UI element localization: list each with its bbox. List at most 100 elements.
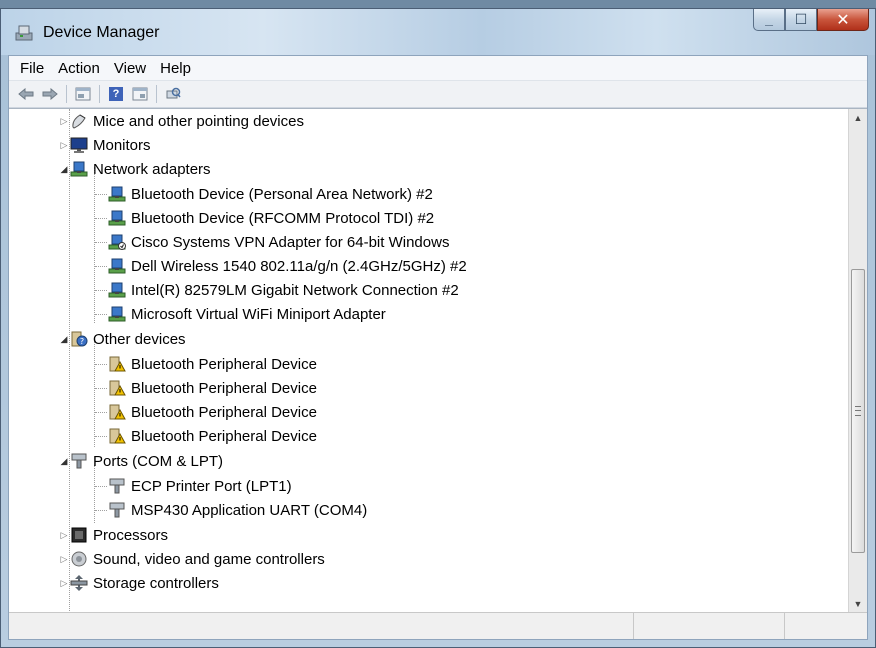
maximize-button[interactable]: ☐ xyxy=(785,9,817,31)
toolbar: ? xyxy=(9,81,867,108)
tree-device-item[interactable]: MSP430 Application UART (COM4) xyxy=(95,498,367,522)
tree-device-item[interactable]: Intel(R) 82579LM Gigabit Network Connect… xyxy=(95,278,459,302)
toolbar-separator xyxy=(66,85,67,103)
category-label: Ports (COM & LPT) xyxy=(93,452,224,470)
device-label: Bluetooth Device (RFCOMM Protocol TDI) #… xyxy=(131,209,435,227)
tree-device-item[interactable]: Dell Wireless 1540 802.11a/g/n (2.4GHz/5… xyxy=(95,254,467,278)
collapse-arrow-icon[interactable]: ◢ xyxy=(59,164,69,175)
scrollbar-thumb[interactable] xyxy=(851,269,865,553)
scroll-down-arrow-icon[interactable]: ▼ xyxy=(849,595,867,613)
show-hidden-button[interactable] xyxy=(129,84,151,104)
client-area: File Action View Help ? ▷ Mice and other… xyxy=(8,55,868,640)
tree-category-processors[interactable]: ▷ Processors xyxy=(59,523,169,547)
device-warning-icon xyxy=(109,404,126,420)
expand-arrow-icon[interactable]: ▷ xyxy=(59,578,69,589)
maximize-icon: ☐ xyxy=(794,11,808,27)
properties-button[interactable] xyxy=(72,84,94,104)
tree-category-mice[interactable]: ▷ Mice and other pointing devices xyxy=(59,109,304,133)
tree-category-other-devices[interactable]: ◢ ? Other devices xyxy=(59,327,186,351)
device-manager-icon xyxy=(15,25,33,41)
port-icon xyxy=(71,453,87,469)
scan-hardware-icon xyxy=(166,87,181,99)
tree-category-storage[interactable]: ▷ Storage controllers xyxy=(59,571,219,595)
status-bar-pane xyxy=(634,613,785,639)
speaker-icon xyxy=(71,551,87,567)
menu-bar: File Action View Help xyxy=(9,56,867,81)
storage-controller-icon xyxy=(70,575,88,591)
close-icon: ✕ xyxy=(836,12,850,29)
device-warning-icon xyxy=(109,380,126,396)
device-label: Dell Wireless 1540 802.11a/g/n (2.4GHz/5… xyxy=(131,257,467,275)
tree-category-ports[interactable]: ◢ Ports (COM & LPT) xyxy=(59,449,223,473)
help-icon: ? xyxy=(109,87,123,101)
network-adapter-icon xyxy=(70,161,88,177)
device-label: Intel(R) 82579LM Gigabit Network Connect… xyxy=(131,281,459,299)
back-button[interactable] xyxy=(15,84,37,104)
menu-action[interactable]: Action xyxy=(51,58,107,79)
tree-device-item[interactable]: Bluetooth Device (RFCOMM Protocol TDI) #… xyxy=(95,206,434,230)
scroll-up-arrow-icon[interactable]: ▲ xyxy=(849,109,867,127)
device-label: Bluetooth Device (Personal Area Network)… xyxy=(131,185,433,203)
expand-arrow-icon[interactable]: ▷ xyxy=(59,530,69,541)
status-bar-pane xyxy=(9,613,634,639)
category-label: Processors xyxy=(93,526,169,544)
status-bar xyxy=(9,612,867,639)
device-warning-icon xyxy=(109,356,126,372)
tree-device-item[interactable]: ECP Printer Port (LPT1) xyxy=(95,474,292,498)
device-label: MSP430 Application UART (COM4) xyxy=(131,501,368,519)
window-title: Device Manager xyxy=(43,24,160,41)
category-label: Other devices xyxy=(93,330,186,348)
device-tree[interactable]: ▷ Mice and other pointing devices ▷ Moni… xyxy=(9,109,849,613)
menu-file[interactable]: File xyxy=(13,58,51,79)
device-warning-icon xyxy=(109,428,126,444)
menu-help[interactable]: Help xyxy=(153,58,198,79)
tree-device-item[interactable]: Bluetooth Peripheral Device xyxy=(95,424,317,448)
device-label: Cisco Systems VPN Adapter for 64-bit Win… xyxy=(131,233,450,251)
mouse-icon xyxy=(72,114,86,129)
minimize-button[interactable]: _ xyxy=(753,9,785,31)
title-bar[interactable]: Device Manager _ ☐ ✕ xyxy=(1,9,875,55)
device-label: Bluetooth Peripheral Device xyxy=(131,355,317,373)
show-hidden-icon xyxy=(132,87,148,101)
menu-view[interactable]: View xyxy=(107,58,153,79)
port-icon xyxy=(109,502,125,518)
expand-arrow-icon[interactable]: ▷ xyxy=(59,554,69,565)
collapse-arrow-icon[interactable]: ◢ xyxy=(59,456,69,467)
tree-category-sound[interactable]: ▷ Sound, video and game controllers xyxy=(59,547,325,571)
unknown-device-icon: ? xyxy=(71,331,88,347)
forward-button[interactable] xyxy=(39,84,61,104)
category-label: Network adapters xyxy=(93,160,211,178)
category-label: Sound, video and game controllers xyxy=(93,550,325,568)
scrollbar-grip-icon xyxy=(855,406,861,416)
collapse-arrow-icon[interactable]: ◢ xyxy=(59,334,69,345)
scan-hardware-button[interactable] xyxy=(162,84,184,104)
properties-icon xyxy=(75,87,91,101)
tree-device-item[interactable]: Bluetooth Peripheral Device xyxy=(95,352,317,376)
caption-buttons: _ ☐ ✕ xyxy=(753,9,869,33)
network-adapter-icon xyxy=(108,186,126,202)
port-icon xyxy=(109,478,125,494)
tree-device-item[interactable]: Cisco Systems VPN Adapter for 64-bit Win… xyxy=(95,230,449,254)
toolbar-separator xyxy=(99,85,100,103)
expand-arrow-icon[interactable]: ▷ xyxy=(59,140,69,151)
back-arrow-icon xyxy=(18,88,34,100)
device-tree-pane: ▷ Mice and other pointing devices ▷ Moni… xyxy=(9,108,867,613)
minimize-icon: _ xyxy=(765,11,773,27)
tree-device-item[interactable]: Bluetooth Peripheral Device xyxy=(95,400,317,424)
device-label: Bluetooth Peripheral Device xyxy=(131,379,317,397)
svg-text:?: ? xyxy=(80,337,84,346)
vertical-scrollbar[interactable]: ▲ ▼ xyxy=(848,109,867,613)
device-label: Microsoft Virtual WiFi Miniport Adapter xyxy=(131,305,386,323)
tree-device-item[interactable]: Bluetooth Peripheral Device xyxy=(95,376,317,400)
monitor-icon xyxy=(70,137,88,153)
toolbar-separator xyxy=(156,85,157,103)
forward-arrow-icon xyxy=(42,88,58,100)
expand-arrow-icon[interactable]: ▷ xyxy=(59,116,69,127)
help-button[interactable]: ? xyxy=(105,84,127,104)
tree-device-item[interactable]: Microsoft Virtual WiFi Miniport Adapter xyxy=(95,302,386,326)
tree-device-item[interactable]: Bluetooth Device (Personal Area Network)… xyxy=(95,182,433,206)
close-button[interactable]: ✕ xyxy=(817,9,869,31)
device-label: Bluetooth Peripheral Device xyxy=(131,403,317,421)
tree-category-monitors[interactable]: ▷ Monitors xyxy=(59,133,151,157)
tree-category-network-adapters[interactable]: ◢ Network adapters xyxy=(59,157,211,181)
